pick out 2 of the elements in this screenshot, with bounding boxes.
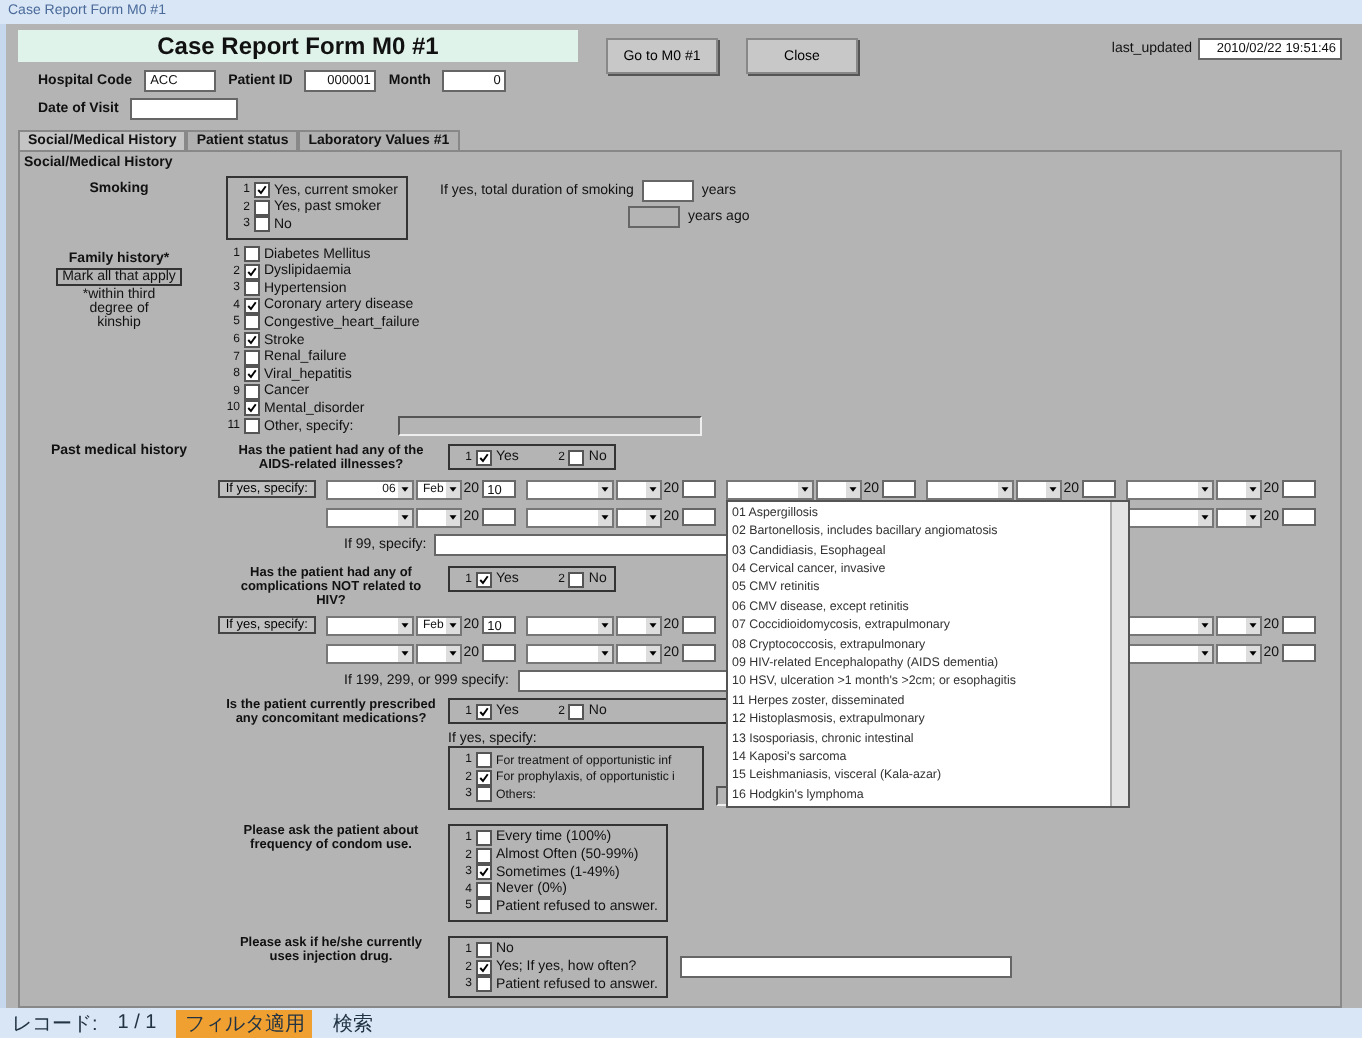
form-title: Case Report Form M0 #1 (18, 30, 578, 62)
record-label: レコード: (12, 1011, 98, 1037)
